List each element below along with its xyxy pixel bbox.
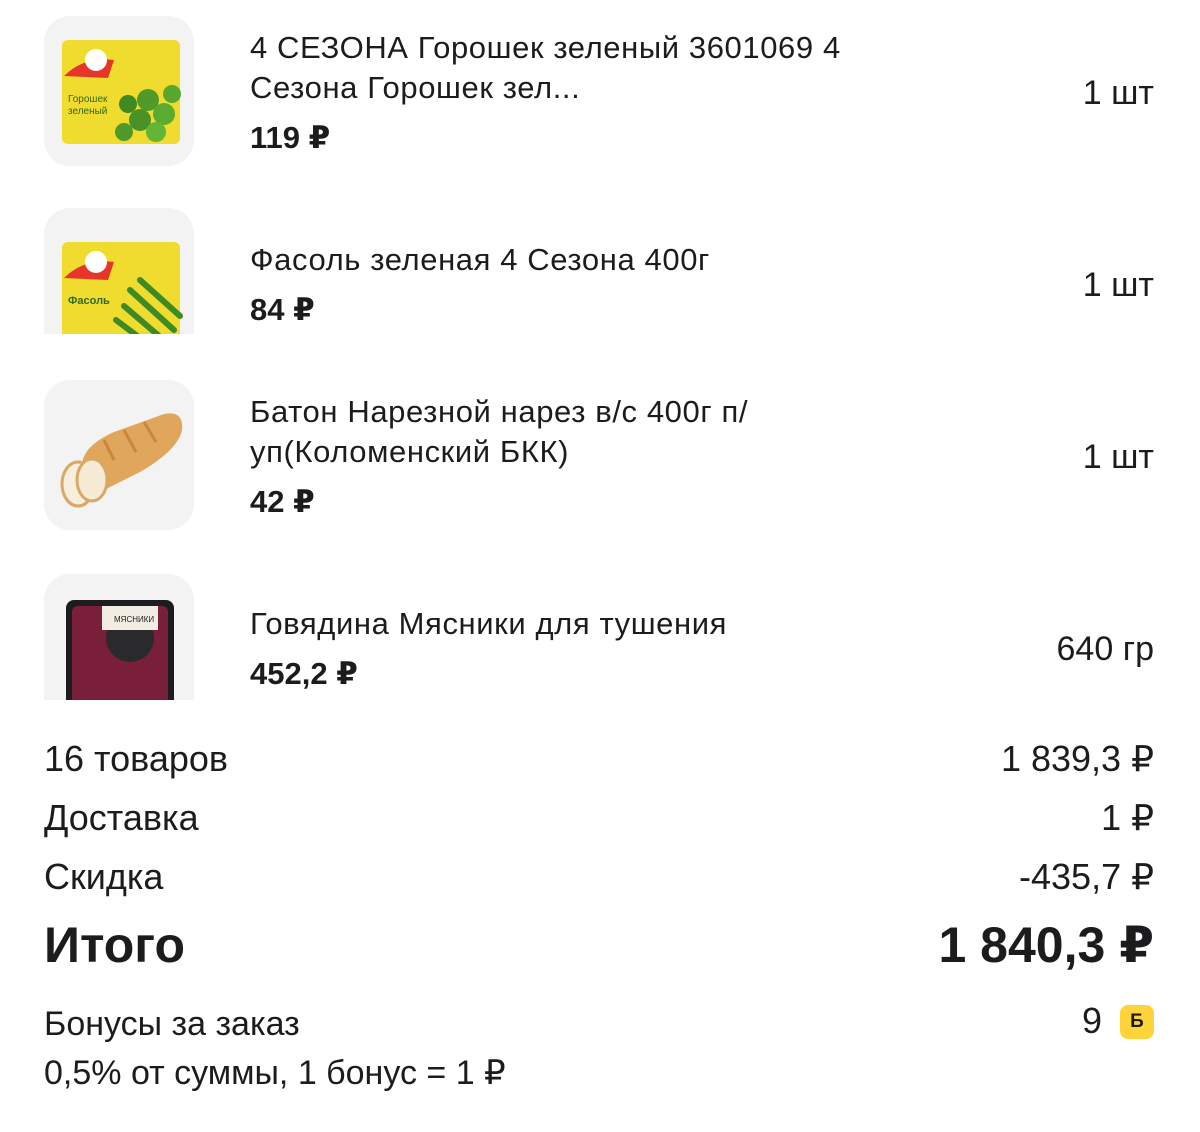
delivery-label: Доставка: [44, 797, 199, 838]
item-name: 4 СЕЗОНА Горошек зеленый 3601069 4 Сезон…: [250, 30, 841, 105]
peas-package-icon[interactable]: Горошек зеленый: [44, 16, 194, 166]
item-name: Говядина Мясники для тушения: [250, 606, 728, 641]
bonus-badge-icon: Б: [1120, 1005, 1154, 1039]
item-price: 84 ₽: [250, 292, 315, 327]
svg-text:Горошек: Горошек: [68, 94, 108, 105]
discount-row: Скидка -435,7 ₽: [44, 856, 1154, 900]
item-name: Фасоль зеленая 4 Сезона 400г: [250, 242, 710, 277]
total-row: Итого 1 840,3 ₽: [44, 916, 1154, 976]
svg-text:Фасоль: Фасоль: [68, 295, 110, 307]
bonus-label: Бонусы за заказ: [44, 1005, 300, 1043]
item-price: 42 ₽: [250, 484, 315, 519]
goods-count-label: 16 товаров: [44, 738, 229, 779]
goods-count-row: 16 товаров 1 839,3 ₽: [44, 738, 1154, 782]
item-quantity: 1 шт: [1082, 74, 1154, 112]
discount-label: Скидка: [44, 856, 164, 897]
bonus-note: 0,5% от суммы, 1 бонус = 1 ₽: [44, 1054, 506, 1092]
delivery-row: Доставка 1 ₽: [44, 797, 1154, 841]
item-quantity: 1 шт: [1082, 438, 1154, 476]
green-beans-package-icon[interactable]: Фасоль: [44, 208, 194, 334]
item-quantity: 640 гр: [1056, 630, 1154, 668]
total-value: 1 840,3 ₽: [938, 917, 1154, 973]
beef-package-icon[interactable]: МЯСНИКИ: [44, 574, 194, 700]
item-name: Батон Нарезной нарез в/с 400г п/уп(Колом…: [250, 394, 749, 469]
svg-text:МЯСНИКИ: МЯСНИКИ: [114, 615, 154, 624]
item-price: 119 ₽: [250, 120, 331, 155]
item-price: 452,2 ₽: [250, 656, 358, 691]
bonus-value: 9: [1081, 1000, 1102, 1041]
bread-loaf-icon[interactable]: [44, 380, 194, 530]
total-label: Итого: [44, 917, 186, 973]
svg-text:зеленый: зеленый: [68, 106, 107, 117]
discount-value: -435,7 ₽: [1019, 856, 1154, 897]
goods-subtotal: 1 839,3 ₽: [1000, 738, 1154, 779]
delivery-value: 1 ₽: [1101, 797, 1154, 838]
item-quantity: 1 шт: [1082, 266, 1154, 304]
